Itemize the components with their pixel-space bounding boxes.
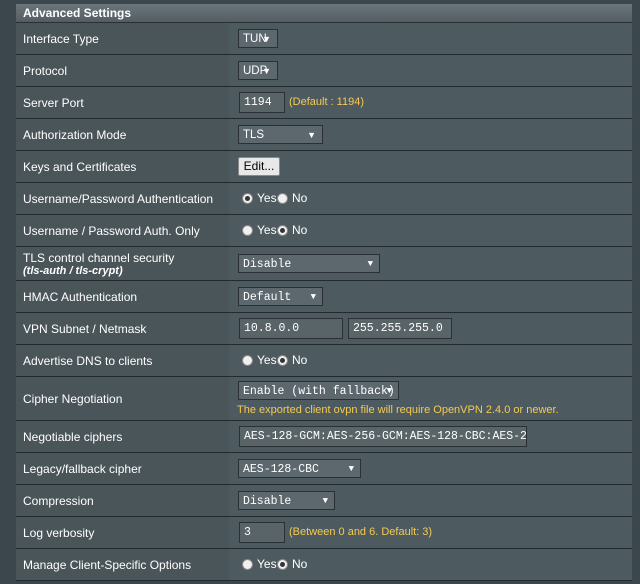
radio-unselected-icon xyxy=(242,354,253,366)
user-pass-auth-yes-radio[interactable]: Yes xyxy=(242,191,277,205)
radio-unselected-icon xyxy=(242,224,253,236)
radio-selected-icon xyxy=(277,354,288,366)
chevron-down-icon: ▼ xyxy=(262,66,271,76)
advertise-dns-label: Advertise DNS to clients xyxy=(23,353,153,368)
row-advertise-dns: Advertise DNS to clients Yes No xyxy=(16,345,632,377)
row-negotiable-ciphers: Negotiable ciphers AES-128-GCM:AES-256-G… xyxy=(16,421,632,453)
client-specific-label: Manage Client-Specific Options xyxy=(23,557,192,572)
row-compression: Compression Disable ▼ xyxy=(16,485,632,517)
chevron-down-icon: ▼ xyxy=(348,464,354,474)
log-verbosity-hint: (Between 0 and 6. Default: 3) xyxy=(289,526,433,538)
settings-table: Interface Type TUN ▼ Protocol UDP ▼ Serv… xyxy=(16,23,632,581)
chevron-down-icon: ▼ xyxy=(386,386,392,396)
row-protocol: Protocol UDP ▼ xyxy=(16,55,632,87)
log-verbosity-input[interactable]: 3 xyxy=(239,522,285,543)
legacy-cipher-select[interactable]: AES-128-CBC ▼ xyxy=(238,459,361,478)
user-pass-only-no-radio[interactable]: No xyxy=(277,223,307,237)
legacy-cipher-label: Legacy/fallback cipher xyxy=(23,461,142,476)
hmac-label: HMAC Authentication xyxy=(23,289,138,304)
client-specific-no-radio[interactable]: No xyxy=(277,557,307,571)
row-keys-certs: Keys and Certificates Edit... xyxy=(16,151,632,183)
tls-control-sublabel: (tls-auth / tls-crypt) xyxy=(23,264,123,277)
radio-unselected-icon xyxy=(277,192,288,204)
radio-unselected-icon xyxy=(242,558,253,570)
chevron-down-icon: ▼ xyxy=(310,292,316,302)
advertise-dns-no-radio[interactable]: No xyxy=(277,353,307,367)
edit-keys-button[interactable]: Edit... xyxy=(238,157,280,176)
row-user-pass-only: Username / Password Auth. Only Yes No xyxy=(16,215,632,247)
user-pass-auth-label: Username/Password Authentication xyxy=(23,191,214,206)
chevron-down-icon: ▼ xyxy=(367,259,373,269)
chevron-down-icon: ▼ xyxy=(307,130,316,140)
cipher-negotiation-note: The exported client ovpn file will requi… xyxy=(237,404,559,416)
row-hmac: HMAC Authentication Default ▼ xyxy=(16,281,632,313)
row-vpn-subnet: VPN Subnet / Netmask 10.8.0.0 255.255.25… xyxy=(16,313,632,345)
server-port-input[interactable]: 1194 xyxy=(239,92,285,113)
vpn-subnet-label: VPN Subnet / Netmask xyxy=(23,321,147,336)
section-header: Advanced Settings xyxy=(16,4,632,23)
negotiable-ciphers-input[interactable]: AES-128-GCM:AES-256-GCM:AES-128-CBC:AES-… xyxy=(239,426,527,447)
user-pass-auth-no-radio[interactable]: No xyxy=(277,191,307,205)
tls-control-label: TLS control channel security xyxy=(23,250,175,265)
server-port-hint: (Default : 1194) xyxy=(289,96,365,108)
row-interface-type: Interface Type TUN ▼ xyxy=(16,23,632,55)
hmac-select[interactable]: Default ▼ xyxy=(238,287,323,306)
row-server-port: Server Port 1194 (Default : 1194) xyxy=(16,87,632,119)
row-tls-control: TLS control channel security (tls-auth /… xyxy=(16,247,632,281)
chevron-down-icon: ▼ xyxy=(322,496,328,506)
chevron-down-icon: ▼ xyxy=(262,34,271,44)
compression-select[interactable]: Disable ▼ xyxy=(238,491,335,510)
protocol-label: Protocol xyxy=(23,63,68,78)
auth-mode-label: Authorization Mode xyxy=(23,127,127,142)
tls-control-select[interactable]: Disable ▼ xyxy=(238,254,380,273)
row-legacy-cipher: Legacy/fallback cipher AES-128-CBC ▼ xyxy=(16,453,632,485)
section-title: Advanced Settings xyxy=(23,6,132,20)
advertise-dns-yes-radio[interactable]: Yes xyxy=(242,353,277,367)
radio-selected-icon xyxy=(277,558,288,570)
advanced-settings-panel: Advanced Settings Interface Type TUN ▼ P… xyxy=(0,0,640,584)
row-cipher-negotiation: Cipher Negotiation Enable (with fallback… xyxy=(16,377,632,421)
client-specific-yes-radio[interactable]: Yes xyxy=(242,557,277,571)
row-auth-mode: Authorization Mode TLS ▼ xyxy=(16,119,632,151)
server-port-label: Server Port xyxy=(23,95,84,110)
interface-type-select[interactable]: TUN ▼ xyxy=(238,29,278,48)
radio-selected-icon xyxy=(242,192,253,204)
row-user-pass-auth: Username/Password Authentication Yes No xyxy=(16,183,632,215)
user-pass-only-yes-radio[interactable]: Yes xyxy=(242,223,277,237)
row-log-verbosity: Log verbosity 3 (Between 0 and 6. Defaul… xyxy=(16,517,632,549)
protocol-select[interactable]: UDP ▼ xyxy=(238,61,278,80)
auth-mode-select[interactable]: TLS ▼ xyxy=(238,125,323,144)
cipher-negotiation-select[interactable]: Enable (with fallback) ▼ xyxy=(238,381,399,400)
keys-certs-label: Keys and Certificates xyxy=(23,159,137,174)
negotiable-ciphers-label: Negotiable ciphers xyxy=(23,429,123,444)
vpn-netmask-input[interactable]: 255.255.255.0 xyxy=(348,318,452,339)
user-pass-only-label: Username / Password Auth. Only xyxy=(23,223,200,238)
log-verbosity-label: Log verbosity xyxy=(23,525,95,540)
vpn-subnet-input[interactable]: 10.8.0.0 xyxy=(239,318,343,339)
row-client-specific: Manage Client-Specific Options Yes No xyxy=(16,549,632,581)
interface-type-label: Interface Type xyxy=(23,31,99,46)
cipher-negotiation-label: Cipher Negotiation xyxy=(23,391,123,406)
compression-label: Compression xyxy=(23,493,94,508)
radio-selected-icon xyxy=(277,224,288,236)
